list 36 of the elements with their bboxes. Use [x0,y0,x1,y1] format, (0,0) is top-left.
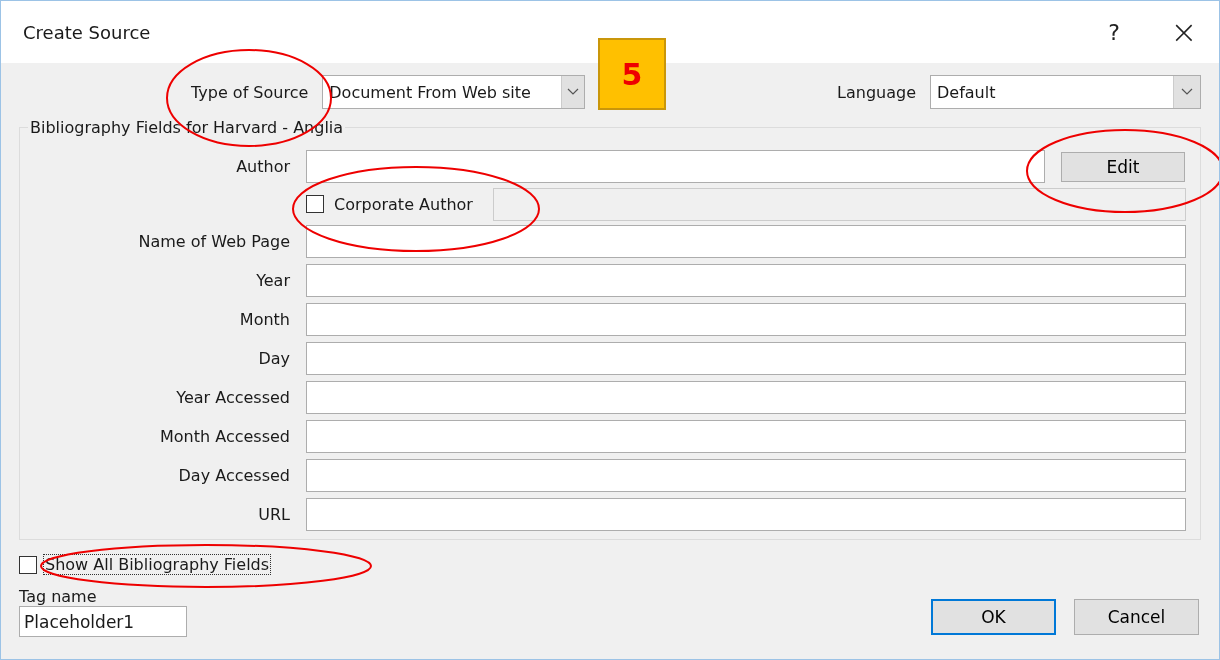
field-label: Month [238,310,291,329]
field-label: Name of Web Page [137,232,291,251]
field-label: Language [837,82,916,102]
language-dropdown[interactable]: Default [930,75,1201,109]
caret-icon [1173,76,1200,108]
dialog-button[interactable]: OK [931,599,1056,635]
text-field[interactable] [306,498,1186,531]
field-label: Month Accessed [159,427,291,446]
edit-button[interactable]: Edit [1061,151,1185,182]
close-button[interactable]: × [1149,1,1219,63]
field-label: Tag name [19,587,97,606]
field-label: Day Accessed [177,466,291,485]
dialog-button[interactable]: Cancel [1074,599,1199,635]
step-badge: 5 [598,38,666,110]
caret-icon [561,76,585,108]
checkbox-label: Show All Bibliography Fields [43,554,272,575]
field-label: Type of Source [191,82,309,102]
text-field[interactable] [306,225,1186,258]
field-label: Day [257,349,291,368]
help-button[interactable]: ? [1079,1,1149,63]
field-label: Year Accessed [175,388,291,407]
author-field[interactable] [306,150,1045,183]
text-field[interactable] [306,303,1186,336]
window-title: Create Source [23,21,151,43]
field-label: Author [235,157,291,176]
text-field[interactable] [306,342,1186,375]
text-field[interactable] [306,381,1186,414]
text-field[interactable] [306,420,1186,453]
text-field[interactable] [306,459,1186,492]
text-field[interactable] [306,264,1186,297]
tag-name-field[interactable]: Placeholder1 [19,606,187,637]
checkbox-label: Corporate Author [334,194,473,214]
checkbox[interactable] [19,555,37,574]
field-label: URL [257,505,291,524]
checkbox[interactable] [306,195,324,213]
field-label: Year [255,271,291,290]
